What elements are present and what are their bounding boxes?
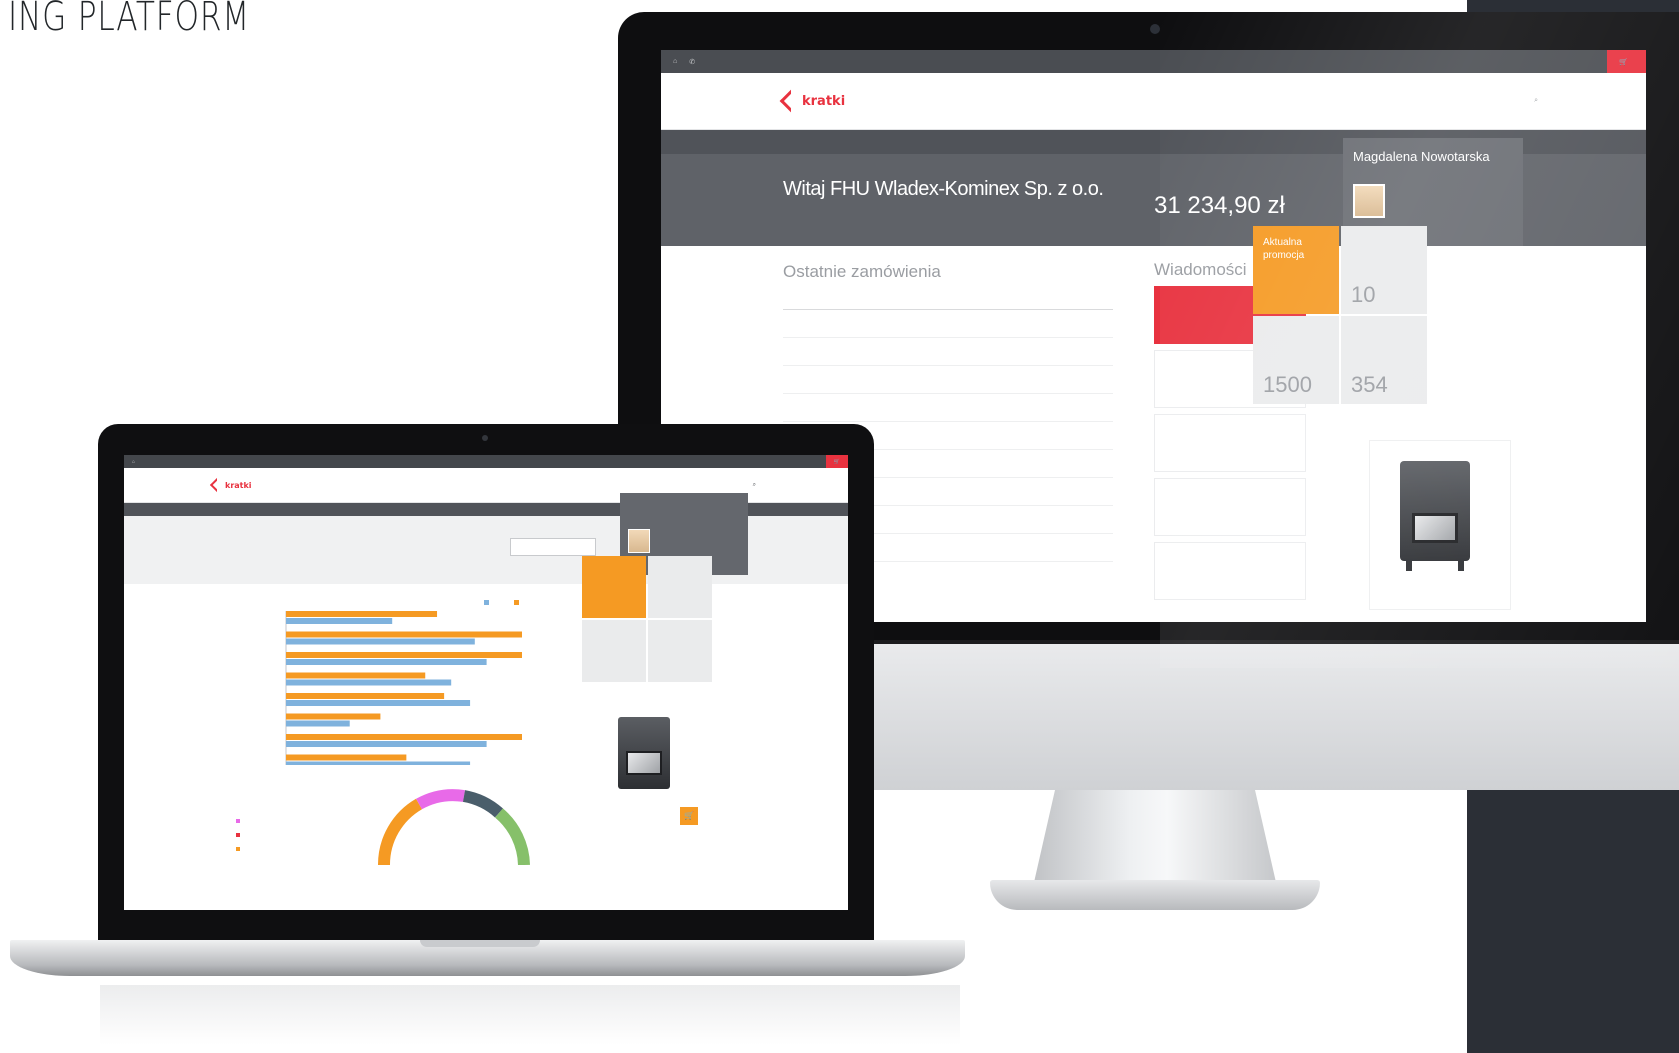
laptop-logo[interactable]: kratki <box>209 477 252 493</box>
table-row[interactable] <box>783 366 1113 394</box>
stat-tile-value: 354 <box>1351 372 1388 397</box>
chart-bar[interactable] <box>286 700 471 706</box>
donut-legend-item <box>220 843 240 857</box>
stove-leg <box>1406 561 1412 571</box>
chart-bar[interactable] <box>286 652 522 658</box>
stat-tile[interactable]: 1500 <box>1253 316 1339 404</box>
welcome-title: Witaj FHU Wladex-Kominex Sp. z o.o. <box>783 178 1104 200</box>
promo-canvas: ING PLATFORM ⌂ ✆ 🛒 kratki ⌕ Witaj FHU Wl… <box>0 0 1679 1053</box>
desktop-main-nav: kratki ⌕ <box>661 73 1646 130</box>
desktop-home-icon[interactable]: ⌂ <box>673 58 677 65</box>
laptop-reflection <box>100 985 960 1045</box>
search-icon: ⌕ <box>752 481 756 488</box>
stove-product-image <box>618 717 670 789</box>
stat-tile[interactable]: 10 <box>1341 226 1427 314</box>
laptop-hero-button[interactable] <box>510 538 596 556</box>
chart-bar[interactable] <box>286 761 471 766</box>
desktop-topbar: ⌂ ✆ 🛒 <box>661 50 1646 73</box>
laptop-product-card[interactable]: 🛒 <box>596 709 700 831</box>
cart-icon: 🛒 <box>1619 58 1628 66</box>
bar-chart <box>285 611 522 766</box>
donut-segment <box>416 789 465 810</box>
donut-segment <box>494 808 530 865</box>
promo-tile-label: Aktualna promocja <box>1263 237 1305 261</box>
donut-legend <box>220 815 240 857</box>
orders-table-header <box>783 292 1113 310</box>
desktop-logo[interactable]: kratki <box>779 89 845 113</box>
stat-tile-value: 1500 <box>1263 372 1312 397</box>
chart-bar[interactable] <box>286 618 393 624</box>
message-item[interactable] <box>1154 542 1306 600</box>
cart-icon: 🛒 <box>833 458 840 465</box>
chart-bar[interactable] <box>286 638 475 645</box>
messages-title: Wiadomości <box>1154 260 1247 279</box>
laptop-search[interactable]: ⌕ <box>753 482 756 489</box>
chart-bar[interactable] <box>286 713 381 720</box>
add-to-cart-button[interactable]: 🛒 <box>680 807 698 825</box>
desktop-cart-button[interactable]: 🛒 <box>1607 50 1646 73</box>
donut-legend-item <box>220 815 240 829</box>
desktop-search[interactable]: ⌕ <box>1534 97 1538 105</box>
table-row[interactable] <box>783 310 1113 338</box>
laptop-screen: ⌂ 🛒 kratki ⌕ 🛒 <box>124 455 848 910</box>
cart-icon: 🛒 <box>684 811 694 820</box>
donut-segment <box>377 798 423 865</box>
phone-icon: ✆ <box>689 58 696 66</box>
message-item[interactable] <box>1154 478 1306 536</box>
chart-bar[interactable] <box>286 734 522 740</box>
stove-product-image <box>1400 461 1470 571</box>
chart-bar[interactable] <box>286 611 438 617</box>
chart-bar[interactable] <box>286 693 445 699</box>
stove-glass <box>626 751 662 775</box>
laptop-stat-tile[interactable] <box>648 620 712 682</box>
chart-bar[interactable] <box>286 679 452 686</box>
donut-legend-item <box>220 829 240 843</box>
laptop-camera <box>482 435 488 441</box>
chart-bar[interactable] <box>286 720 350 727</box>
stove-leg <box>1458 561 1464 571</box>
desktop-phone: ✆ <box>689 58 695 66</box>
donut-segment <box>462 790 504 818</box>
laptop-manager-avatar <box>628 529 650 553</box>
message-item[interactable] <box>1154 414 1306 472</box>
laptop-topbar: ⌂ 🛒 <box>124 455 848 468</box>
laptop-stat-tile[interactable] <box>648 556 712 618</box>
manager-name: Magdalena Nowotarska <box>1353 149 1490 164</box>
laptop-home-icon[interactable]: ⌂ <box>132 459 135 465</box>
laptop-notch <box>420 940 540 947</box>
headline: ING PLATFORM <box>8 0 250 40</box>
logo-mark-icon <box>209 477 225 493</box>
monitor-camera <box>1150 24 1160 34</box>
stove-glass <box>1412 513 1458 543</box>
balance-value: 31 234,90 zł <box>1154 192 1285 219</box>
promo-tile[interactable]: Aktualna promocja <box>1253 226 1339 314</box>
orders-title: Ostatnie zamówienia <box>783 262 941 281</box>
stat-tile-value: 10 <box>1351 282 1376 307</box>
laptop-cart-button[interactable]: 🛒 <box>825 455 848 468</box>
table-row[interactable] <box>783 394 1113 422</box>
search-icon: ⌕ <box>1534 97 1538 104</box>
manager-avatar <box>1353 184 1385 218</box>
product-card[interactable] <box>1369 440 1511 610</box>
stat-tile[interactable]: 354 <box>1341 316 1427 404</box>
logo-mark-icon <box>779 89 803 113</box>
monitor-stand-foot <box>990 880 1320 910</box>
chart-bar[interactable] <box>286 631 522 638</box>
donut-chart <box>377 789 530 865</box>
chart-bar[interactable] <box>286 754 407 761</box>
chart-bar[interactable] <box>286 741 487 747</box>
table-row[interactable] <box>783 338 1113 366</box>
chart-bar[interactable] <box>286 659 487 665</box>
chart-bar[interactable] <box>286 672 426 679</box>
